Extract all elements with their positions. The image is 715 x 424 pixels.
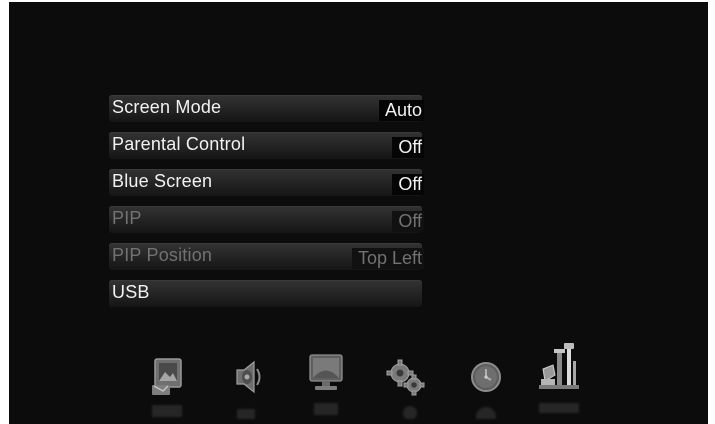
menu-item-pip-position: PIP Position Top Left: [109, 243, 424, 270]
menu-item-parental-control[interactable]: Parental Control Off: [109, 132, 424, 159]
menu-item-label: Screen Mode: [112, 97, 222, 117]
menu-category-bar: [139, 337, 599, 424]
setup-menu: Screen Mode Auto Parental Control Off Bl…: [109, 95, 424, 317]
menu-item-value: Off: [392, 174, 424, 195]
icon-reflection: [227, 401, 271, 419]
menu-item-label: PIP: [112, 208, 142, 228]
icon-reflection: [304, 397, 348, 415]
menu-item-pip: PIP Off: [109, 206, 424, 233]
picture-icon[interactable]: [147, 355, 191, 401]
menu-item-label: USB: [112, 282, 150, 302]
menu-item-value: Auto: [378, 100, 424, 121]
menu-item-value: Off: [392, 137, 424, 158]
menu-item-blue-screen[interactable]: Blue Screen Off: [109, 169, 424, 196]
tools-icon[interactable]: [537, 341, 581, 397]
menu-item-value: Top Left: [351, 248, 424, 269]
icon-reflection: [147, 401, 191, 419]
clock-icon[interactable]: [464, 355, 508, 401]
tv-osd-screen: Screen Mode Auto Parental Control Off Bl…: [9, 2, 708, 424]
menu-item-label: PIP Position: [112, 245, 213, 265]
menu-item-label: Parental Control: [112, 134, 246, 154]
menu-item-value: Off: [392, 211, 424, 232]
icon-reflection: [464, 401, 508, 424]
menu-item-usb[interactable]: USB: [109, 280, 422, 307]
screen-icon[interactable]: [304, 351, 348, 397]
icon-reflection: [384, 401, 428, 420]
speaker-icon[interactable]: [227, 355, 271, 401]
icon-reflection: [537, 397, 581, 415]
menu-item-screen-mode[interactable]: Screen Mode Auto: [109, 95, 424, 122]
gear-icon[interactable]: [384, 355, 428, 401]
menu-item-label: Blue Screen: [112, 171, 213, 191]
